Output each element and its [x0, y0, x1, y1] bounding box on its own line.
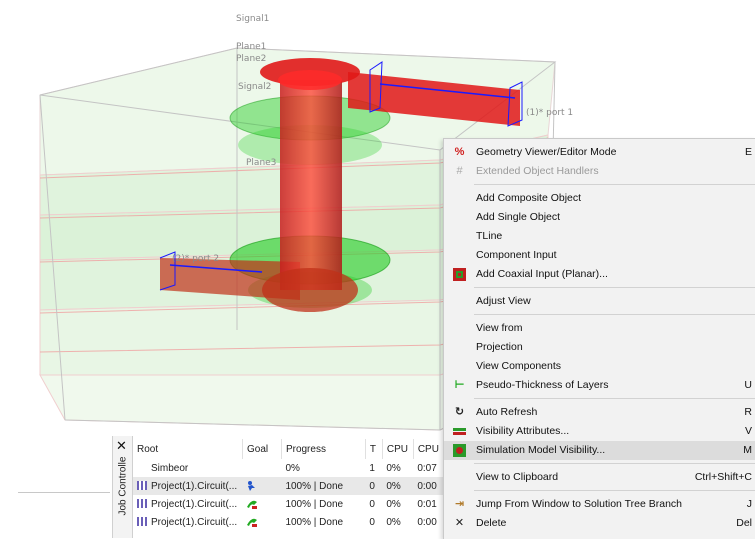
- menu-separator: [474, 314, 755, 315]
- run-goal-icon: [248, 480, 256, 491]
- cell-cpu: 0%: [386, 462, 401, 474]
- table-row[interactable]: Project(1).Circuit(... 100% | Done 0 0% …: [133, 495, 443, 513]
- context-menu: % Geometry Viewer/Editor Mode E # Extend…: [443, 138, 755, 539]
- port-label-2: (2)* port 2: [172, 254, 220, 264]
- menu-item-add-composite[interactable]: Add Composite Object: [444, 189, 755, 208]
- close-icon[interactable]: ✕: [116, 438, 127, 454]
- menu-item-geometry-mode[interactable]: % Geometry Viewer/Editor Mode E: [444, 143, 755, 162]
- cell-t: 0: [365, 477, 383, 495]
- sim-visibility-icon: [453, 444, 466, 457]
- column-header-t[interactable]: T: [365, 439, 383, 459]
- sim-goal-icon: [247, 518, 258, 527]
- table-row[interactable]: Project(1).Circuit(... 100% | Done 0 0% …: [133, 477, 443, 495]
- jump-icon: ⇥: [454, 498, 465, 510]
- cell-progress: 100% | Done: [281, 477, 366, 495]
- cell-goal: [242, 477, 282, 495]
- menu-item-add-coaxial[interactable]: Add Coaxial Input (Planar)...: [444, 265, 755, 284]
- column-header-root[interactable]: Root: [133, 439, 243, 459]
- cell-root: Project(1).Circuit(...: [133, 513, 242, 531]
- port-label-1: (1)* port 1: [526, 108, 574, 118]
- circuit-icon: [137, 480, 147, 490]
- cell-progress: 100% | Done: [285, 498, 344, 510]
- menu-item-adjust-view[interactable]: Adjust View: [444, 292, 755, 311]
- menu-item-view-to-clipboard[interactable]: View to Clipboard Ctrl+Shift+C: [444, 468, 755, 487]
- menu-separator: [474, 398, 755, 399]
- cell-root: Project(1).Circuit(...: [133, 495, 242, 513]
- menu-separator: [474, 287, 755, 288]
- circuit-icon: [137, 498, 147, 508]
- job-table: Root Goal Progress T CPU CPU Simbeor 0% …: [133, 439, 443, 531]
- cell-cpu: 0%: [382, 477, 414, 495]
- cell-root: Simbeor: [151, 462, 189, 474]
- menu-item-delete[interactable]: ✕ Delete Del: [444, 514, 755, 533]
- cell-cpu: 0%: [386, 498, 401, 510]
- geometry-mode-icon: %: [454, 146, 465, 158]
- menu-item-visibility-attributes[interactable]: Visibility Attributes... V: [444, 422, 755, 441]
- cell-goal: [242, 513, 281, 531]
- table-row[interactable]: Simbeor 0% 1 0% 0:07: [133, 459, 443, 477]
- cell-goal: [242, 495, 281, 513]
- menu-item-tline[interactable]: TLine: [444, 227, 755, 246]
- cell-cpu-time: 0:07: [417, 462, 437, 474]
- menu-item-jump-to-tree[interactable]: ⇥ Jump From Window to Solution Tree Bran…: [444, 495, 755, 514]
- column-header-progress[interactable]: Progress: [281, 439, 366, 459]
- menu-item-view-from[interactable]: View from: [444, 319, 755, 338]
- grid-handlers-icon: #: [456, 165, 463, 177]
- layer-label-plane3: Plane3: [246, 158, 277, 168]
- layer-label-signal1: Signal1: [236, 14, 270, 24]
- thickness-icon: ⊢: [454, 379, 465, 391]
- job-controller-panel: ✕ Job Controlle Root Goal Progress T CPU…: [0, 436, 443, 538]
- cell-t: 1: [369, 462, 375, 474]
- menu-item-projection[interactable]: Projection: [444, 338, 755, 357]
- column-header-goal[interactable]: Goal: [242, 439, 282, 459]
- menu-item-component-input[interactable]: Component Input: [444, 246, 755, 265]
- menu-item-auto-refresh[interactable]: ↻ Auto Refresh R: [444, 403, 755, 422]
- column-header-cpu[interactable]: CPU: [382, 439, 414, 459]
- divider: [18, 492, 110, 493]
- table-row[interactable]: Project(1).Circuit(... 100% | Done 0 0% …: [133, 513, 443, 531]
- circuit-icon: [137, 516, 147, 526]
- cell-goal: [242, 459, 281, 477]
- cell-cpu-time: 0:01: [417, 498, 437, 510]
- cell-t: 0: [369, 498, 375, 510]
- column-header-cpu-time[interactable]: CPU: [413, 439, 443, 459]
- menu-separator: [474, 490, 755, 491]
- job-controller-tab[interactable]: ✕ Job Controlle: [112, 436, 133, 538]
- cell-cpu-time: 0:00: [417, 516, 437, 528]
- cell-cpu-time: 0:00: [413, 477, 443, 495]
- sim-goal-icon: [247, 500, 258, 509]
- menu-separator: [474, 463, 755, 464]
- delete-icon: ✕: [454, 517, 465, 529]
- job-controller-title: Job Controlle: [117, 456, 129, 516]
- cell-progress: 0%: [285, 462, 300, 474]
- layer-label-signal2: Signal2: [238, 82, 272, 92]
- coaxial-input-icon: [453, 268, 466, 281]
- cell-t: 0: [369, 516, 375, 528]
- menu-item-pseudo-thickness[interactable]: ⊢ Pseudo-Thickness of Layers U: [444, 376, 755, 395]
- menu-item-extended-handlers[interactable]: # Extended Object Handlers: [444, 162, 755, 181]
- menu-item-sim-model-visibility[interactable]: Simulation Model Visibility... M: [444, 441, 755, 460]
- layer-label-plane1: Plane1: [236, 42, 267, 52]
- menu-item-view-components[interactable]: View Components: [444, 357, 755, 376]
- cell-progress: 100% | Done: [285, 516, 344, 528]
- layer-label-plane2: Plane2: [236, 54, 267, 64]
- menu-item-add-single[interactable]: Add Single Object: [444, 208, 755, 227]
- menu-separator: [474, 184, 755, 185]
- cell-cpu: 0%: [386, 516, 401, 528]
- cell-root: Project(1).Circuit(...: [133, 477, 243, 495]
- refresh-icon: ↻: [454, 406, 465, 418]
- visibility-icon: [453, 428, 466, 435]
